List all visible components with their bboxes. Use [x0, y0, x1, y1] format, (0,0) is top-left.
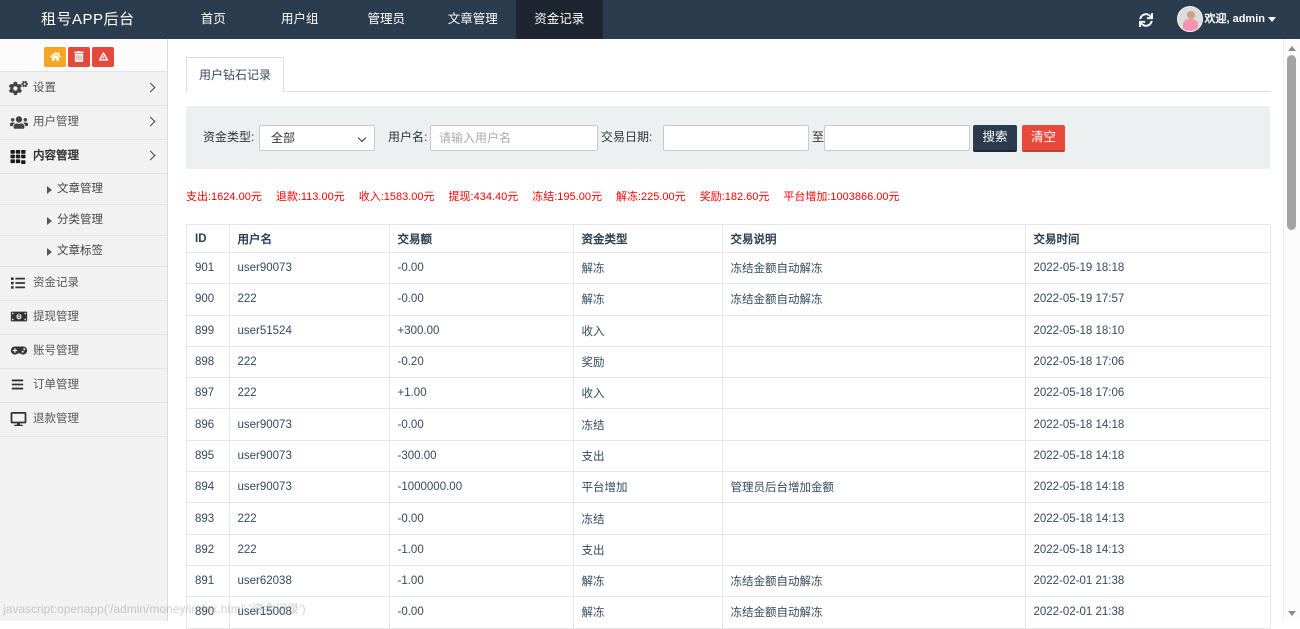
- svg-text:0: 0: [18, 314, 21, 320]
